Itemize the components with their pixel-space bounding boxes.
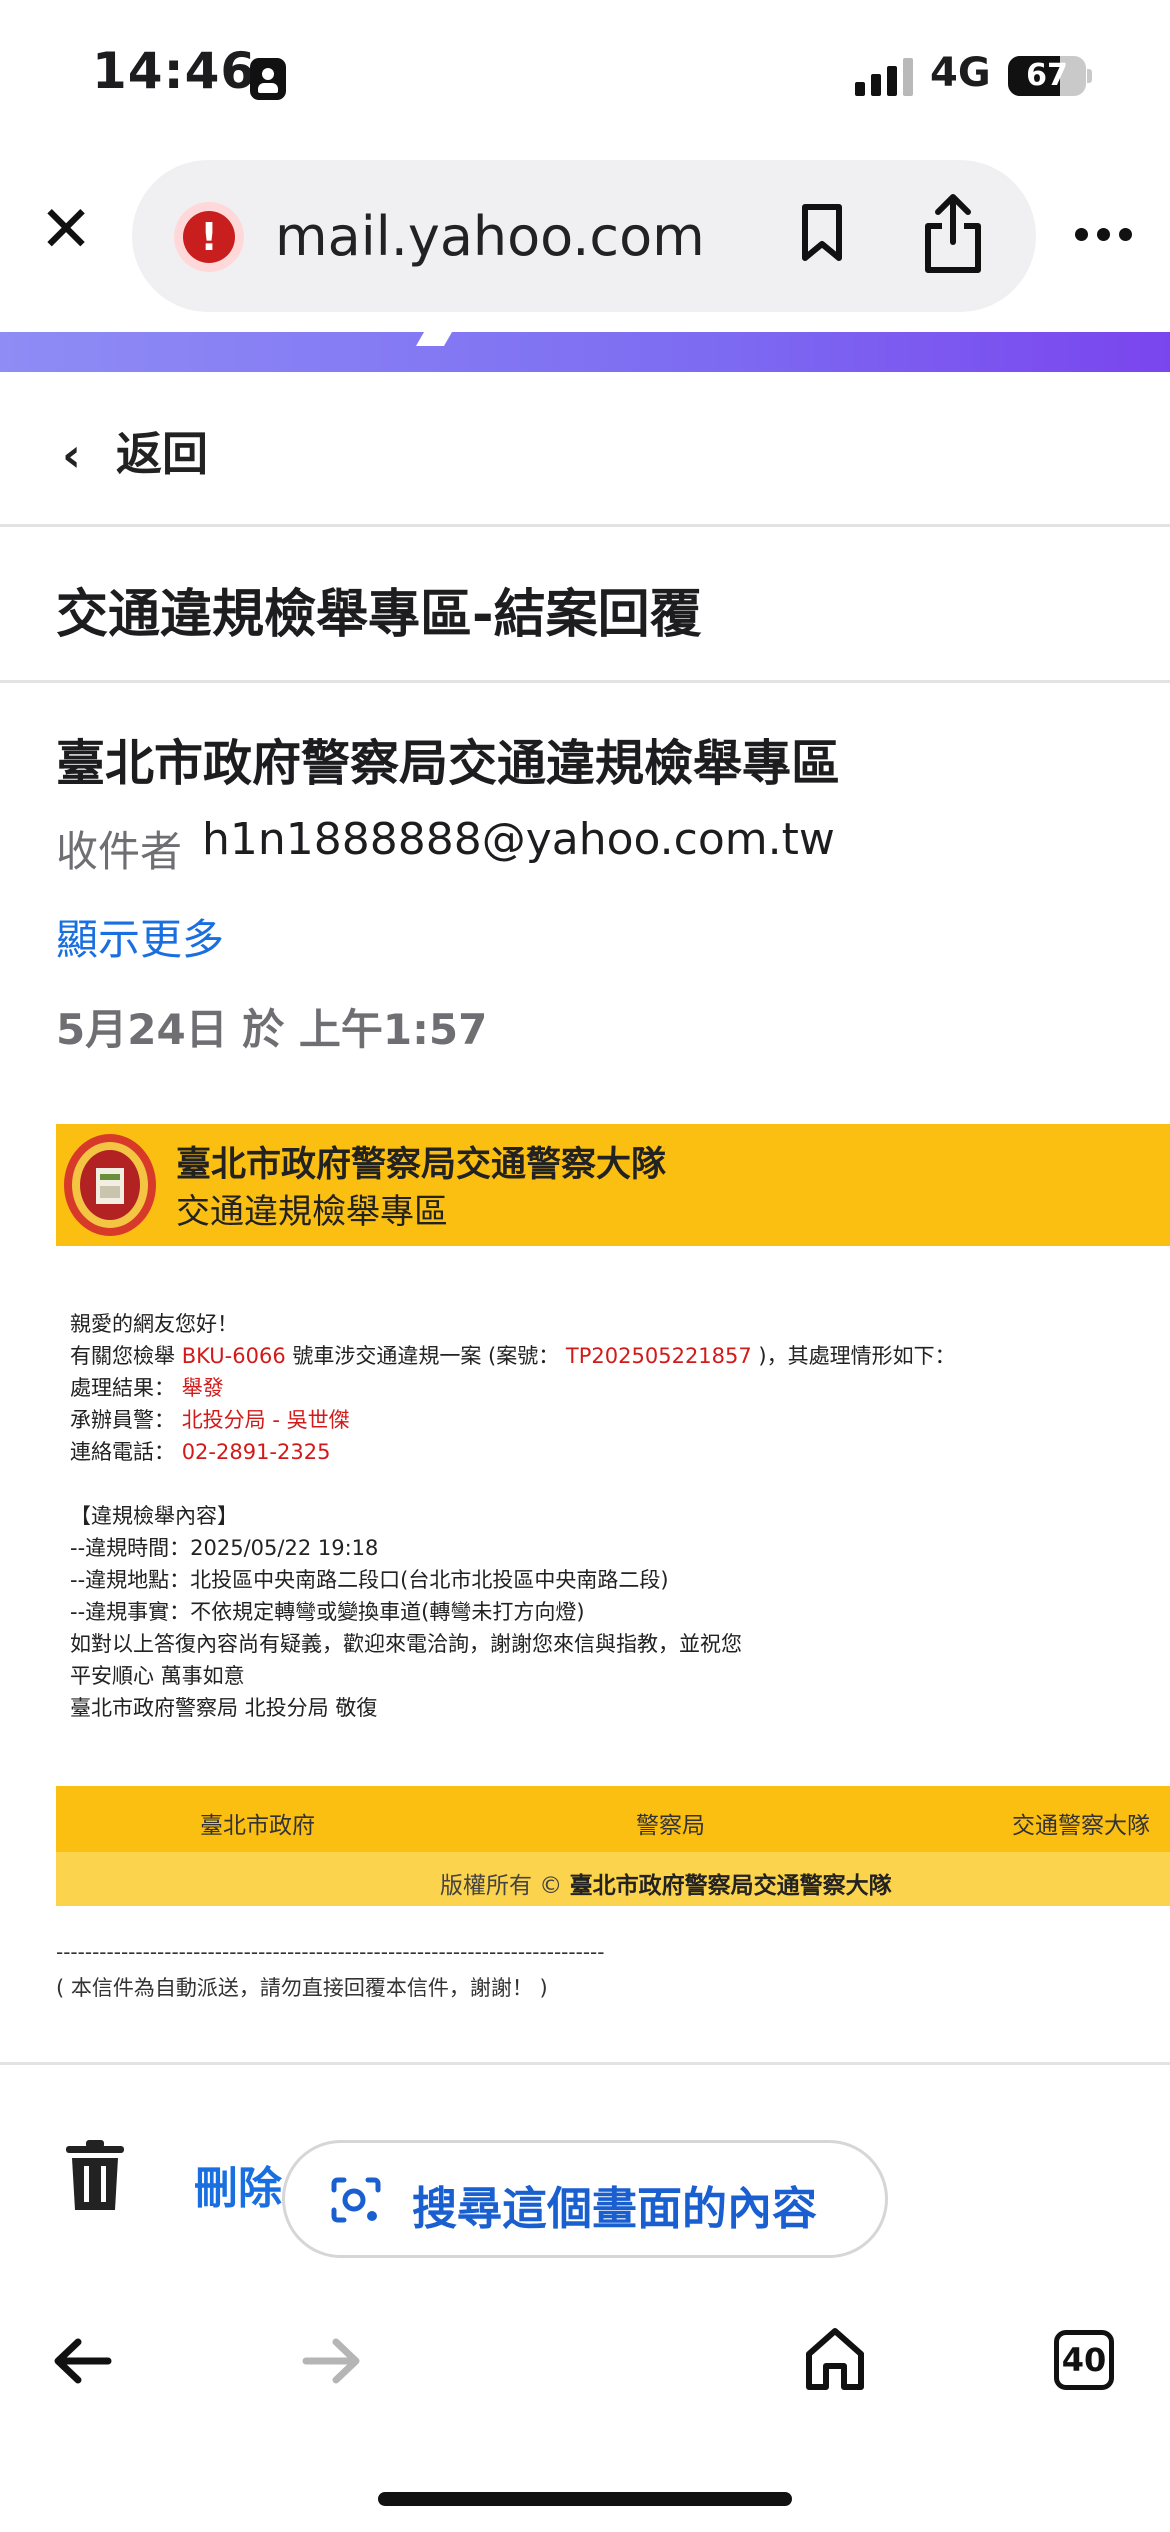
header-accent-band (0, 332, 1170, 372)
copyright-text: 版權所有 © 臺北市政府警察局交通警察大隊 (440, 1873, 892, 1899)
closing-line-2: 平安順心 萬事如意 (70, 1664, 245, 1688)
footer-link-city-government[interactable]: 臺北市政府 (200, 1806, 315, 1840)
focus-mode-icon (250, 58, 286, 100)
divider (0, 524, 1170, 527)
lens-search-icon (331, 2177, 381, 2223)
plate-number: BKU-6066 (181, 1344, 286, 1368)
officer-value: 北投分局 - 吳世傑 (181, 1408, 350, 1432)
divider (0, 680, 1170, 683)
delete-button[interactable]: 刪除 (194, 2152, 282, 2216)
banner-title: 臺北市政府警察局交通警察大隊 (176, 1145, 667, 1185)
phone-value: 02-2891-2325 (181, 1440, 331, 1464)
email-subject: 交通違規檢舉專區-結案回覆 (56, 585, 702, 645)
battery-cap (1087, 69, 1092, 83)
battery-level: 67 (1026, 58, 1068, 93)
share-icon[interactable] (920, 192, 986, 276)
trash-icon[interactable] (64, 2140, 126, 2212)
url-text[interactable]: mail.yahoo.com (275, 205, 705, 268)
search-screen-label[interactable]: 搜尋這個畫面的內容 (412, 2172, 817, 2237)
warning-icon[interactable]: ! (174, 202, 244, 272)
show-more-link[interactable]: 顯示更多 (56, 906, 224, 967)
tabs-button[interactable]: 40 (1054, 2330, 1114, 2390)
result-value: 舉發 (181, 1376, 224, 1400)
banner-subtitle: 交通違規檢舉專區 (176, 1192, 448, 1232)
divider (0, 2062, 1170, 2065)
email-date: 5月24日 於 上午1:57 (56, 1005, 488, 1054)
footer-link-police[interactable]: 警察局 (636, 1806, 705, 1840)
content-heading: 【違規檢舉內容】 (70, 1504, 238, 1528)
phone-line: 連絡電話： 02-2891-2325 (70, 1440, 331, 1464)
separator-dashes: ----------------------------------------… (56, 1940, 605, 1964)
chevron-left-icon[interactable]: ‹ (62, 428, 81, 482)
closing-line-1: 如對以上答復內容尚有疑義，歡迎來電洽詢，謝謝您來信與指教，並祝您 (70, 1632, 742, 1656)
greeting: 親愛的網友您好！ (70, 1312, 238, 1336)
violation-place: --違規地點：北投區中央南路二段口(台北市北投區中央南路二段) (70, 1568, 669, 1592)
close-icon[interactable]: ✕ (36, 198, 96, 262)
bookmark-icon[interactable] (800, 203, 844, 263)
back-button[interactable]: 返回 (116, 418, 208, 484)
result-line: 處理結果： 舉發 (70, 1376, 224, 1400)
status-time: 14:46 (92, 42, 257, 100)
violation-fact: --違規事實：不依規定轉彎或變換車道(轉彎未打方向燈) (70, 1600, 585, 1624)
officer-line: 承辦員警： 北投分局 - 吳世傑 (70, 1408, 350, 1432)
closing-line-3: 臺北市政府警察局 北投分局 敬復 (70, 1696, 378, 1720)
violation-time: --違規時間：2025/05/22 19:18 (70, 1536, 379, 1560)
battery-icon: 67 (1008, 56, 1086, 96)
recipient-address[interactable]: h1n1888888@yahoo.com.tw (202, 814, 835, 865)
case-number: TP202505221857 (565, 1344, 752, 1368)
footer-link-traffic-police[interactable]: 交通警察大隊 (1012, 1806, 1150, 1840)
arrow-forward-icon[interactable] (302, 2334, 362, 2388)
cellular-signal-icon (855, 56, 915, 96)
email-sender[interactable]: 臺北市政府警察局交通違規檢舉專區 (56, 724, 840, 795)
home-icon[interactable] (804, 2326, 866, 2392)
recipient-label: 收件者 (56, 827, 183, 876)
home-indicator (378, 2492, 792, 2506)
police-seal-icon (64, 1134, 156, 1236)
auto-send-note: ( 本信件為自動派送，請勿直接回覆本信件，謝謝！ ) (56, 1976, 548, 2000)
case-summary-line: 有關您檢舉 BKU-6066 號車涉交通違規一案 (案號： TP20250522… (70, 1344, 956, 1368)
arrow-back-icon[interactable] (52, 2334, 112, 2388)
network-type: 4G (930, 50, 991, 96)
more-icon[interactable] (1075, 228, 1135, 242)
